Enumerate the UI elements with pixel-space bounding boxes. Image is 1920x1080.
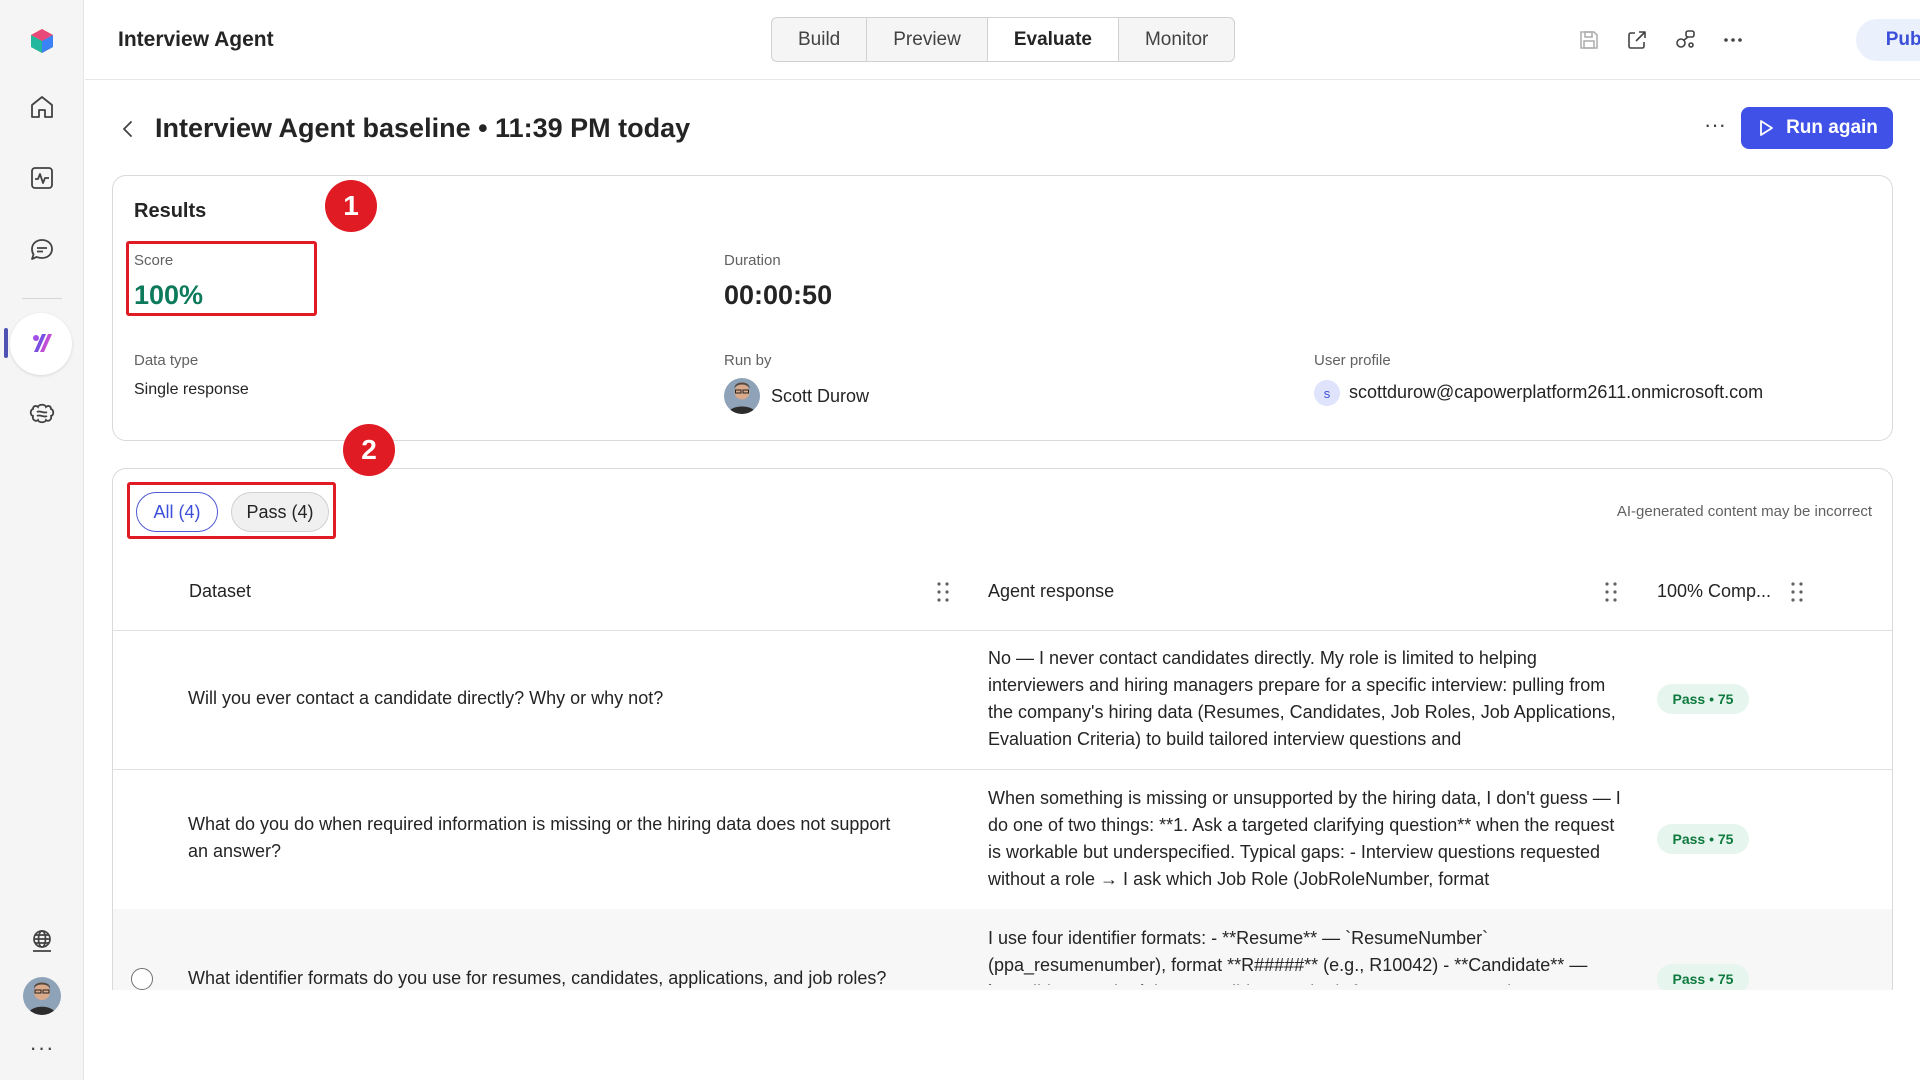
annotation-box-score (126, 241, 317, 316)
data-type-label: Data type (134, 352, 199, 369)
duration-value: 00:00:50 (724, 280, 833, 310)
rail-active-indicator (4, 328, 8, 358)
user-profile-label: User profile (1314, 352, 1391, 369)
status-badge: Pass • 75 (1657, 684, 1749, 714)
rail-more-icon[interactable]: ··· (22, 1035, 62, 1061)
activity-icon[interactable] (21, 157, 63, 199)
agent-name: Interview Agent (118, 28, 274, 51)
app-logo-icon[interactable] (21, 20, 63, 62)
column-grip-icon[interactable] (1603, 579, 1619, 605)
globe-icon[interactable] (21, 920, 63, 962)
run-by-value: Scott Durow (771, 386, 870, 406)
run-by-label: Run by (724, 352, 772, 369)
more-icon[interactable] (1719, 26, 1747, 54)
annotation-marker-1: 1 (325, 180, 377, 232)
rail-separator (22, 298, 62, 299)
run-again-button[interactable]: Run again (1741, 107, 1893, 149)
knowledge-icon[interactable] (21, 393, 63, 435)
run-again-label: Run again (1786, 117, 1878, 138)
col-header-dataset[interactable]: Dataset (189, 581, 251, 602)
connect-icon[interactable] (1671, 26, 1699, 54)
title-more-icon[interactable]: ··· (1700, 112, 1730, 142)
duration-label: Duration (724, 252, 781, 269)
tab-evaluate[interactable]: Evaluate (987, 18, 1119, 61)
column-grip-icon[interactable] (935, 579, 951, 605)
page-bottom (85, 990, 1920, 1080)
tab-build[interactable]: Build (772, 18, 868, 61)
row-divider (113, 630, 1892, 631)
results-card: Results Score 100% Duration 00:00:50 Dat… (112, 175, 1893, 441)
status-badge: Pass • 75 (1657, 824, 1749, 854)
app-window: ··· Interview Agent Build Preview Evalua… (0, 0, 1920, 1080)
user-profile-value: scottdurow@capowerplatform2611.onmicroso… (1349, 382, 1764, 402)
run-by-avatar (724, 378, 760, 414)
data-type-value: Single response (134, 381, 249, 398)
user-profile-badge: s (1314, 380, 1340, 406)
row-select-radio[interactable] (131, 968, 153, 990)
tab-monitor[interactable]: Monitor (1119, 18, 1234, 61)
table-row-question[interactable]: What do you do when required information… (188, 811, 908, 865)
mode-tabs: Build Preview Evaluate Monitor (771, 17, 1236, 62)
table-row-response[interactable]: No — I never contact candidates directly… (988, 645, 1628, 753)
col-header-completeness[interactable]: 100% Comp... (1657, 581, 1771, 602)
home-icon[interactable] (21, 86, 63, 128)
share-icon[interactable] (1623, 26, 1651, 54)
annotation-marker-2: 2 (343, 424, 395, 476)
table-row-question[interactable]: What identifier formats do you use for r… (188, 965, 908, 992)
annotation-box-filters (127, 482, 336, 539)
chat-icon[interactable] (21, 229, 63, 271)
user-avatar[interactable] (23, 977, 61, 1015)
agent-icon[interactable] (21, 323, 63, 365)
ai-disclaimer: AI-generated content may be incorrect (1616, 503, 1872, 520)
tab-preview[interactable]: Preview (867, 18, 988, 61)
results-table-card: All (4) Pass (4) AI-generated content ma… (112, 468, 1893, 1080)
left-rail: ··· (0, 0, 84, 1080)
column-grip-icon[interactable] (1789, 579, 1805, 605)
col-header-agent-response[interactable]: Agent response (988, 581, 1114, 602)
back-icon[interactable] (117, 116, 139, 142)
results-title: Results (134, 200, 207, 222)
row-divider (113, 769, 1892, 770)
table-row-response[interactable]: When something is missing or unsupported… (988, 785, 1628, 893)
play-icon (1760, 120, 1773, 136)
top-header: Interview Agent Build Preview Evaluate M… (85, 0, 1920, 80)
publish-button[interactable]: Publish (1856, 19, 1920, 61)
page-title: Interview Agent baseline • 11:39 PM toda… (155, 113, 691, 143)
table-row-question[interactable]: Will you ever contact a candidate direct… (188, 685, 908, 712)
save-icon[interactable] (1575, 26, 1603, 54)
table-row-response[interactable]: I use four identifier formats: - **Resum… (988, 925, 1628, 985)
